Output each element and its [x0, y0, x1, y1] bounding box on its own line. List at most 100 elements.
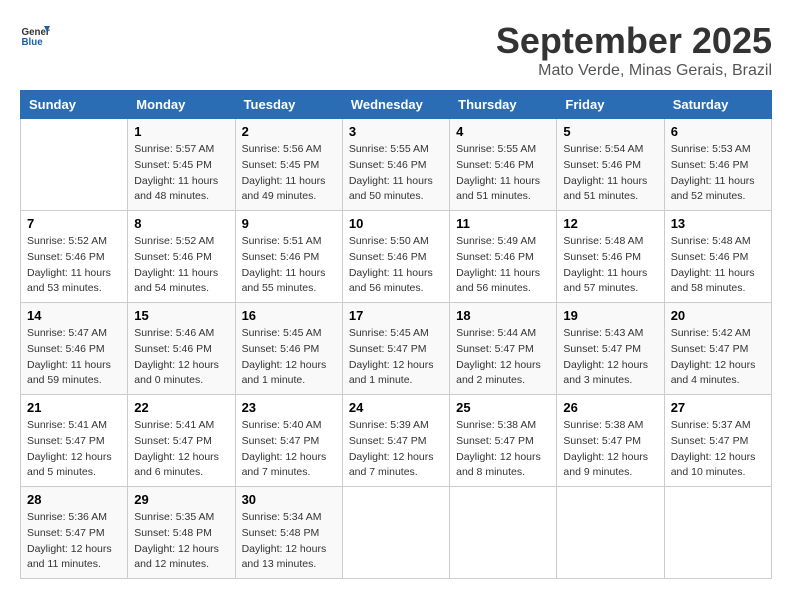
day-number: 12 [563, 216, 657, 231]
logo: General Blue [20, 20, 50, 50]
calendar-cell: 1 Sunrise: 5:57 AM Sunset: 5:45 PM Daylig… [128, 119, 235, 211]
day-info: Sunrise: 5:47 AM Sunset: 5:46 PM Dayligh… [27, 326, 121, 389]
page-header: General Blue September 2025 Mato Verde, … [20, 20, 772, 80]
calendar-cell: 12 Sunrise: 5:48 AM Sunset: 5:46 PM Dayli… [557, 211, 664, 303]
day-number: 5 [563, 124, 657, 139]
calendar-cell: 7Sunrise: 5:52 AM Sunset: 5:46 PM Daylig… [21, 211, 128, 303]
day-number: 17 [349, 308, 443, 323]
weekday-header: Thursday [450, 91, 557, 119]
calendar-cell [557, 487, 664, 579]
day-info: Sunrise: 5:45 AM Sunset: 5:47 PM Dayligh… [349, 326, 443, 389]
day-number: 20 [671, 308, 765, 323]
day-number: 11 [456, 216, 550, 231]
weekday-header: Wednesday [342, 91, 449, 119]
day-info: Sunrise: 5:48 AM Sunset: 5:46 PM Dayligh… [671, 234, 765, 297]
calendar-week-row: 14 Sunrise: 5:47 AM Sunset: 5:46 PM Dayli… [21, 303, 772, 395]
calendar-cell: 24 Sunrise: 5:39 AM Sunset: 5:47 PM Dayli… [342, 395, 449, 487]
day-info: Sunrise: 5:55 AM Sunset: 5:46 PM Dayligh… [349, 142, 443, 205]
day-number: 22 [134, 400, 228, 415]
day-info: Sunrise: 5:38 AM Sunset: 5:47 PM Dayligh… [563, 418, 657, 481]
day-number: 23 [242, 400, 336, 415]
calendar-subtitle: Mato Verde, Minas Gerais, Brazil [496, 62, 772, 80]
calendar-cell: 3 Sunrise: 5:55 AM Sunset: 5:46 PM Daylig… [342, 119, 449, 211]
day-info: Sunrise: 5:41 AM Sunset: 5:47 PM Dayligh… [134, 418, 228, 481]
calendar-title: September 2025 [496, 20, 772, 62]
calendar-cell: 2 Sunrise: 5:56 AM Sunset: 5:45 PM Daylig… [235, 119, 342, 211]
day-number: 24 [349, 400, 443, 415]
weekday-header: Monday [128, 91, 235, 119]
day-number: 27 [671, 400, 765, 415]
calendar-cell: 11 Sunrise: 5:49 AM Sunset: 5:46 PM Dayli… [450, 211, 557, 303]
day-number: 8 [134, 216, 228, 231]
day-info: Sunrise: 5:35 AM Sunset: 5:48 PM Dayligh… [134, 510, 228, 573]
day-number: 4 [456, 124, 550, 139]
day-info: Sunrise: 5:54 AM Sunset: 5:46 PM Dayligh… [563, 142, 657, 205]
day-number: 6 [671, 124, 765, 139]
day-info: Sunrise: 5:41 AM Sunset: 5:47 PM Dayligh… [27, 418, 121, 481]
day-info: Sunrise: 5:42 AM Sunset: 5:47 PM Dayligh… [671, 326, 765, 389]
day-info: Sunrise: 5:49 AM Sunset: 5:46 PM Dayligh… [456, 234, 550, 297]
day-number: 9 [242, 216, 336, 231]
calendar-cell: 17 Sunrise: 5:45 AM Sunset: 5:47 PM Dayli… [342, 303, 449, 395]
calendar-cell: 10 Sunrise: 5:50 AM Sunset: 5:46 PM Dayli… [342, 211, 449, 303]
day-info: Sunrise: 5:43 AM Sunset: 5:47 PM Dayligh… [563, 326, 657, 389]
day-number: 14 [27, 308, 121, 323]
calendar-week-row: 1 Sunrise: 5:57 AM Sunset: 5:45 PM Daylig… [21, 119, 772, 211]
calendar-cell [450, 487, 557, 579]
day-number: 30 [242, 492, 336, 507]
calendar-cell [21, 119, 128, 211]
day-number: 29 [134, 492, 228, 507]
calendar-cell: 8 Sunrise: 5:52 AM Sunset: 5:46 PM Daylig… [128, 211, 235, 303]
day-info: Sunrise: 5:55 AM Sunset: 5:46 PM Dayligh… [456, 142, 550, 205]
day-number: 18 [456, 308, 550, 323]
calendar-cell: 25 Sunrise: 5:38 AM Sunset: 5:47 PM Dayli… [450, 395, 557, 487]
calendar-cell: 19 Sunrise: 5:43 AM Sunset: 5:47 PM Dayli… [557, 303, 664, 395]
calendar-table: SundayMondayTuesdayWednesdayThursdayFrid… [20, 90, 772, 579]
calendar-cell: 20 Sunrise: 5:42 AM Sunset: 5:47 PM Dayli… [664, 303, 771, 395]
day-info: Sunrise: 5:53 AM Sunset: 5:46 PM Dayligh… [671, 142, 765, 205]
title-block: September 2025 Mato Verde, Minas Gerais,… [496, 20, 772, 80]
day-number: 19 [563, 308, 657, 323]
day-number: 3 [349, 124, 443, 139]
weekday-header: Saturday [664, 91, 771, 119]
day-number: 15 [134, 308, 228, 323]
day-info: Sunrise: 5:50 AM Sunset: 5:46 PM Dayligh… [349, 234, 443, 297]
day-number: 13 [671, 216, 765, 231]
day-info: Sunrise: 5:45 AM Sunset: 5:46 PM Dayligh… [242, 326, 336, 389]
calendar-cell [664, 487, 771, 579]
calendar-header-row: SundayMondayTuesdayWednesdayThursdayFrid… [21, 91, 772, 119]
day-number: 21 [27, 400, 121, 415]
day-info: Sunrise: 5:57 AM Sunset: 5:45 PM Dayligh… [134, 142, 228, 205]
calendar-cell: 26Sunrise: 5:38 AM Sunset: 5:47 PM Dayli… [557, 395, 664, 487]
day-info: Sunrise: 5:40 AM Sunset: 5:47 PM Dayligh… [242, 418, 336, 481]
weekday-header: Friday [557, 91, 664, 119]
calendar-cell: 18 Sunrise: 5:44 AM Sunset: 5:47 PM Dayli… [450, 303, 557, 395]
day-number: 25 [456, 400, 550, 415]
day-number: 1 [134, 124, 228, 139]
calendar-cell: 13 Sunrise: 5:48 AM Sunset: 5:46 PM Dayli… [664, 211, 771, 303]
day-info: Sunrise: 5:46 AM Sunset: 5:46 PM Dayligh… [134, 326, 228, 389]
weekday-header: Tuesday [235, 91, 342, 119]
calendar-cell: 22 Sunrise: 5:41 AM Sunset: 5:47 PM Dayli… [128, 395, 235, 487]
day-number: 10 [349, 216, 443, 231]
day-number: 7 [27, 216, 121, 231]
calendar-cell: 21 Sunrise: 5:41 AM Sunset: 5:47 PM Dayli… [21, 395, 128, 487]
calendar-cell: 6 Sunrise: 5:53 AM Sunset: 5:46 PM Daylig… [664, 119, 771, 211]
day-info: Sunrise: 5:36 AM Sunset: 5:47 PM Dayligh… [27, 510, 121, 573]
day-info: Sunrise: 5:37 AM Sunset: 5:47 PM Dayligh… [671, 418, 765, 481]
day-info: Sunrise: 5:56 AM Sunset: 5:45 PM Dayligh… [242, 142, 336, 205]
day-number: 16 [242, 308, 336, 323]
calendar-week-row: 28 Sunrise: 5:36 AM Sunset: 5:47 PM Dayli… [21, 487, 772, 579]
calendar-week-row: 7 Sunrise: 5:52 AM Sunset: 5:46 PM Daylig… [21, 211, 772, 303]
day-info: Sunrise: 5:52 AM Sunset: 5:46 PM Dayligh… [134, 234, 228, 297]
day-number: 2 [242, 124, 336, 139]
day-info: Sunrise: 5:48 AM Sunset: 5:46 PM Dayligh… [563, 234, 657, 297]
day-number: 28 [27, 492, 121, 507]
calendar-cell [342, 487, 449, 579]
day-info: Sunrise: 5:39 AM Sunset: 5:47 PM Dayligh… [349, 418, 443, 481]
day-info: Sunrise: 5:38 AM Sunset: 5:47 PM Dayligh… [456, 418, 550, 481]
calendar-week-row: 21 Sunrise: 5:41 AM Sunset: 5:47 PM Dayli… [21, 395, 772, 487]
calendar-cell: 27 Sunrise: 5:37 AM Sunset: 5:47 PM Dayli… [664, 395, 771, 487]
calendar-cell: 14 Sunrise: 5:47 AM Sunset: 5:46 PM Dayli… [21, 303, 128, 395]
day-info: Sunrise: 5:44 AM Sunset: 5:47 PM Dayligh… [456, 326, 550, 389]
